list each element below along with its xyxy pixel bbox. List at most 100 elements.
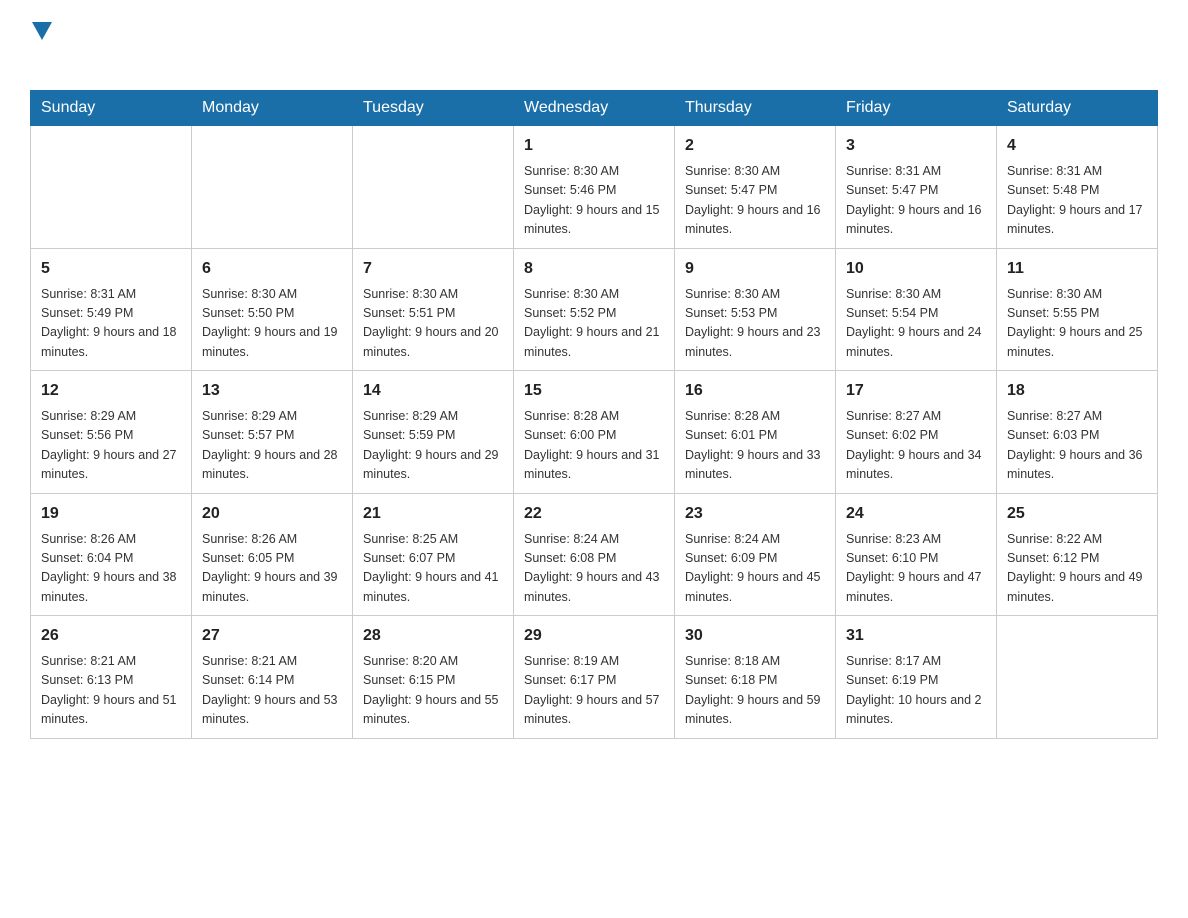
day-info: Sunrise: 8:23 AMSunset: 6:10 PMDaylight:… (846, 530, 986, 608)
day-info: Sunrise: 8:19 AMSunset: 6:17 PMDaylight:… (524, 652, 664, 730)
calendar-day-cell: 13 Sunrise: 8:29 AMSunset: 5:57 PMDayligh… (192, 371, 353, 494)
calendar-day-cell: 22 Sunrise: 8:24 AMSunset: 6:08 PMDayligh… (514, 493, 675, 616)
calendar-day-cell: 15 Sunrise: 8:28 AMSunset: 6:00 PMDayligh… (514, 371, 675, 494)
calendar-day-cell: 14 Sunrise: 8:29 AMSunset: 5:59 PMDayligh… (353, 371, 514, 494)
calendar-day-cell (192, 126, 353, 249)
day-number: 18 (1007, 379, 1147, 403)
day-of-week-header: Wednesday (514, 91, 675, 126)
day-number: 21 (363, 502, 503, 526)
day-info: Sunrise: 8:25 AMSunset: 6:07 PMDaylight:… (363, 530, 503, 608)
day-info: Sunrise: 8:29 AMSunset: 5:57 PMDaylight:… (202, 407, 342, 485)
calendar-day-cell: 6 Sunrise: 8:30 AMSunset: 5:50 PMDaylight… (192, 248, 353, 371)
calendar-week-row: 5Sunrise: 8:31 AMSunset: 5:49 PMDaylight… (31, 248, 1158, 371)
calendar-day-cell: 31 Sunrise: 8:17 AMSunset: 6:19 PMDayligh… (836, 616, 997, 739)
logo-triangle-icon (32, 22, 52, 42)
day-number: 24 (846, 502, 986, 526)
calendar-day-cell: 11 Sunrise: 8:30 AMSunset: 5:55 PMDayligh… (997, 248, 1158, 371)
day-info: Sunrise: 8:30 AMSunset: 5:55 PMDaylight:… (1007, 285, 1147, 363)
calendar-day-cell: 12 Sunrise: 8:29 AMSunset: 5:56 PMDayligh… (31, 371, 192, 494)
calendar-day-cell: 24 Sunrise: 8:23 AMSunset: 6:10 PMDayligh… (836, 493, 997, 616)
calendar-week-row: 19Sunrise: 8:26 AMSunset: 6:04 PMDayligh… (31, 493, 1158, 616)
day-of-week-header: Monday (192, 91, 353, 126)
calendar-day-cell: 7 Sunrise: 8:30 AMSunset: 5:51 PMDaylight… (353, 248, 514, 371)
calendar-header-row: SundayMondayTuesdayWednesdayThursdayFrid… (31, 91, 1158, 126)
calendar-week-row: 12 Sunrise: 8:29 AMSunset: 5:56 PMDayligh… (31, 371, 1158, 494)
day-number: 30 (685, 624, 825, 648)
day-number: 23 (685, 502, 825, 526)
calendar-day-cell: 25Sunrise: 8:22 AMSunset: 6:12 PMDayligh… (997, 493, 1158, 616)
day-number: 27 (202, 624, 342, 648)
calendar-day-cell (31, 126, 192, 249)
day-info: Sunrise: 8:31 AMSunset: 5:47 PMDaylight:… (846, 162, 986, 240)
day-info: Sunrise: 8:30 AMSunset: 5:46 PMDaylight:… (524, 162, 664, 240)
calendar-day-cell: 3 Sunrise: 8:31 AMSunset: 5:47 PMDaylight… (836, 126, 997, 249)
day-number: 20 (202, 502, 342, 526)
day-number: 28 (363, 624, 503, 648)
calendar-day-cell: 8 Sunrise: 8:30 AMSunset: 5:52 PMDaylight… (514, 248, 675, 371)
calendar-day-cell: 28Sunrise: 8:20 AMSunset: 6:15 PMDayligh… (353, 616, 514, 739)
day-info: Sunrise: 8:22 AMSunset: 6:12 PMDaylight:… (1007, 530, 1147, 608)
calendar-day-cell: 16Sunrise: 8:28 AMSunset: 6:01 PMDayligh… (675, 371, 836, 494)
day-of-week-header: Tuesday (353, 91, 514, 126)
calendar-day-cell (997, 616, 1158, 739)
day-number: 1 (524, 134, 664, 158)
day-info: Sunrise: 8:29 AMSunset: 5:56 PMDaylight:… (41, 407, 181, 485)
day-info: Sunrise: 8:28 AMSunset: 6:00 PMDaylight:… (524, 407, 664, 485)
day-number: 7 (363, 257, 503, 281)
calendar-day-cell: 19Sunrise: 8:26 AMSunset: 6:04 PMDayligh… (31, 493, 192, 616)
day-number: 14 (363, 379, 503, 403)
calendar-week-row: 1 Sunrise: 8:30 AMSunset: 5:46 PMDaylight… (31, 126, 1158, 249)
day-number: 22 (524, 502, 664, 526)
day-info: Sunrise: 8:18 AMSunset: 6:18 PMDaylight:… (685, 652, 825, 730)
day-of-week-header: Friday (836, 91, 997, 126)
day-info: Sunrise: 8:24 AMSunset: 6:08 PMDaylight:… (524, 530, 664, 608)
day-number: 4 (1007, 134, 1147, 158)
calendar-day-cell: 21 Sunrise: 8:25 AMSunset: 6:07 PMDayligh… (353, 493, 514, 616)
day-number: 31 (846, 624, 986, 648)
day-number: 13 (202, 379, 342, 403)
day-info: Sunrise: 8:24 AMSunset: 6:09 PMDaylight:… (685, 530, 825, 608)
day-number: 29 (524, 624, 664, 648)
calendar-day-cell: 27 Sunrise: 8:21 AMSunset: 6:14 PMDayligh… (192, 616, 353, 739)
day-info: Sunrise: 8:30 AMSunset: 5:53 PMDaylight:… (685, 285, 825, 363)
day-info: Sunrise: 8:27 AMSunset: 6:02 PMDaylight:… (846, 407, 986, 485)
day-info: Sunrise: 8:21 AMSunset: 6:14 PMDaylight:… (202, 652, 342, 730)
day-info: Sunrise: 8:17 AMSunset: 6:19 PMDaylight:… (846, 652, 986, 730)
calendar-week-row: 26Sunrise: 8:21 AMSunset: 6:13 PMDayligh… (31, 616, 1158, 739)
day-number: 9 (685, 257, 825, 281)
day-info: Sunrise: 8:30 AMSunset: 5:52 PMDaylight:… (524, 285, 664, 363)
day-of-week-header: Thursday (675, 91, 836, 126)
page-header (30, 20, 1158, 70)
calendar-day-cell: 10Sunrise: 8:30 AMSunset: 5:54 PMDayligh… (836, 248, 997, 371)
day-number: 16 (685, 379, 825, 403)
day-of-week-header: Saturday (997, 91, 1158, 126)
day-info: Sunrise: 8:30 AMSunset: 5:51 PMDaylight:… (363, 285, 503, 363)
calendar-day-cell: 29 Sunrise: 8:19 AMSunset: 6:17 PMDayligh… (514, 616, 675, 739)
day-info: Sunrise: 8:27 AMSunset: 6:03 PMDaylight:… (1007, 407, 1147, 485)
day-info: Sunrise: 8:30 AMSunset: 5:54 PMDaylight:… (846, 285, 986, 363)
day-number: 12 (41, 379, 181, 403)
calendar-day-cell: 9 Sunrise: 8:30 AMSunset: 5:53 PMDaylight… (675, 248, 836, 371)
day-number: 11 (1007, 257, 1147, 281)
day-info: Sunrise: 8:31 AMSunset: 5:49 PMDaylight:… (41, 285, 181, 363)
day-info: Sunrise: 8:31 AMSunset: 5:48 PMDaylight:… (1007, 162, 1147, 240)
day-info: Sunrise: 8:30 AMSunset: 5:50 PMDaylight:… (202, 285, 342, 363)
calendar-day-cell: 18 Sunrise: 8:27 AMSunset: 6:03 PMDayligh… (997, 371, 1158, 494)
day-of-week-header: Sunday (31, 91, 192, 126)
day-number: 6 (202, 257, 342, 281)
calendar-day-cell: 17 Sunrise: 8:27 AMSunset: 6:02 PMDayligh… (836, 371, 997, 494)
day-number: 17 (846, 379, 986, 403)
calendar-day-cell: 23 Sunrise: 8:24 AMSunset: 6:09 PMDayligh… (675, 493, 836, 616)
day-info: Sunrise: 8:30 AMSunset: 5:47 PMDaylight:… (685, 162, 825, 240)
day-number: 2 (685, 134, 825, 158)
calendar-day-cell: 30 Sunrise: 8:18 AMSunset: 6:18 PMDayligh… (675, 616, 836, 739)
day-info: Sunrise: 8:29 AMSunset: 5:59 PMDaylight:… (363, 407, 503, 485)
day-number: 26 (41, 624, 181, 648)
day-info: Sunrise: 8:26 AMSunset: 6:05 PMDaylight:… (202, 530, 342, 608)
logo (30, 20, 52, 70)
day-number: 8 (524, 257, 664, 281)
day-number: 15 (524, 379, 664, 403)
calendar-day-cell (353, 126, 514, 249)
day-number: 3 (846, 134, 986, 158)
calendar-day-cell: 1 Sunrise: 8:30 AMSunset: 5:46 PMDaylight… (514, 126, 675, 249)
